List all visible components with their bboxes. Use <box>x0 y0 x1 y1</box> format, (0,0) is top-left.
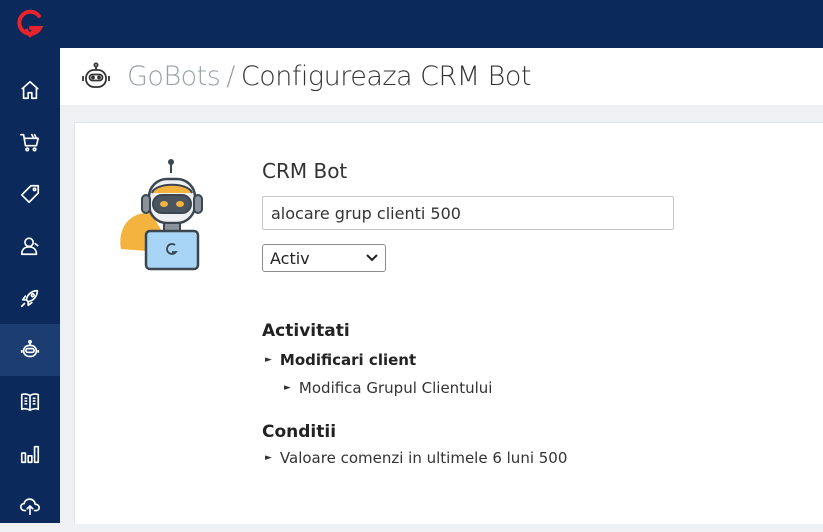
home-icon <box>21 80 39 100</box>
cloud-upload-icon <box>20 498 40 516</box>
condition-item-label: Valoare comenzi in ultimele 6 luni 500 <box>279 449 568 467</box>
breadcrumb-separator: / <box>226 61 235 92</box>
bot-name-heading: CRM Bot <box>262 159 348 183</box>
sidebar-item-content[interactable] <box>0 376 60 428</box>
robot-with-laptop-illustration <box>120 159 203 271</box>
cart-icon <box>20 133 40 152</box>
page-header: GoBots / Configureaza CRM Bot <box>60 48 823 105</box>
activities-heading: Activitati <box>262 321 350 341</box>
user-icon <box>20 237 39 256</box>
gomag-logo-icon[interactable] <box>0 0 60 48</box>
breadcrumb: GoBots / Configureaza CRM Bot <box>127 61 531 92</box>
caret-right-icon: ► <box>265 355 272 365</box>
sidebar-item-marketing[interactable] <box>0 272 60 324</box>
sidebar-item-customers[interactable] <box>0 220 60 272</box>
condition-item-row[interactable]: ► Valoare comenzi in ultimele 6 luni 500 <box>265 449 567 467</box>
robot-icon <box>82 62 110 88</box>
activity-group-row[interactable]: ► Modificari client <box>265 351 416 369</box>
sidebar-item-import[interactable] <box>0 480 60 532</box>
robot-icon <box>20 339 40 358</box>
tag-icon <box>20 184 40 204</box>
sidebar-item-reports[interactable] <box>0 428 60 480</box>
status-select-value: Activ <box>270 248 310 268</box>
bot-rule-name-input[interactable] <box>262 196 674 230</box>
caret-right-icon: ► <box>265 453 272 463</box>
chart-icon <box>20 445 40 464</box>
status-select[interactable]: Activ <box>262 244 386 272</box>
sidebar-item-gobots[interactable] <box>0 324 60 376</box>
caret-right-icon: ► <box>284 383 291 393</box>
sidebar-item-products[interactable] <box>0 168 60 220</box>
rocket-icon <box>20 289 39 308</box>
activity-item-label: Modifica Grupul Clientului <box>298 379 493 397</box>
book-icon <box>20 393 40 412</box>
sidebar-item-home[interactable] <box>0 64 60 116</box>
breadcrumb-gobots-link[interactable]: GoBots <box>127 61 221 92</box>
activity-item-row[interactable]: ► Modifica Grupul Clientului <box>284 379 492 397</box>
sidebar-item-orders[interactable] <box>0 116 60 168</box>
activity-group-label: Modificari client <box>279 351 417 369</box>
sidebar-nav <box>0 64 60 532</box>
chevron-down-icon <box>366 254 378 262</box>
conditions-heading: Conditii <box>262 422 337 442</box>
sidebar <box>0 0 60 523</box>
bot-config-card: CRM Bot Activ Activitati ► Modificari cl… <box>74 122 823 524</box>
top-bar <box>0 0 823 48</box>
page-title: Configureaza CRM Bot <box>240 61 532 92</box>
